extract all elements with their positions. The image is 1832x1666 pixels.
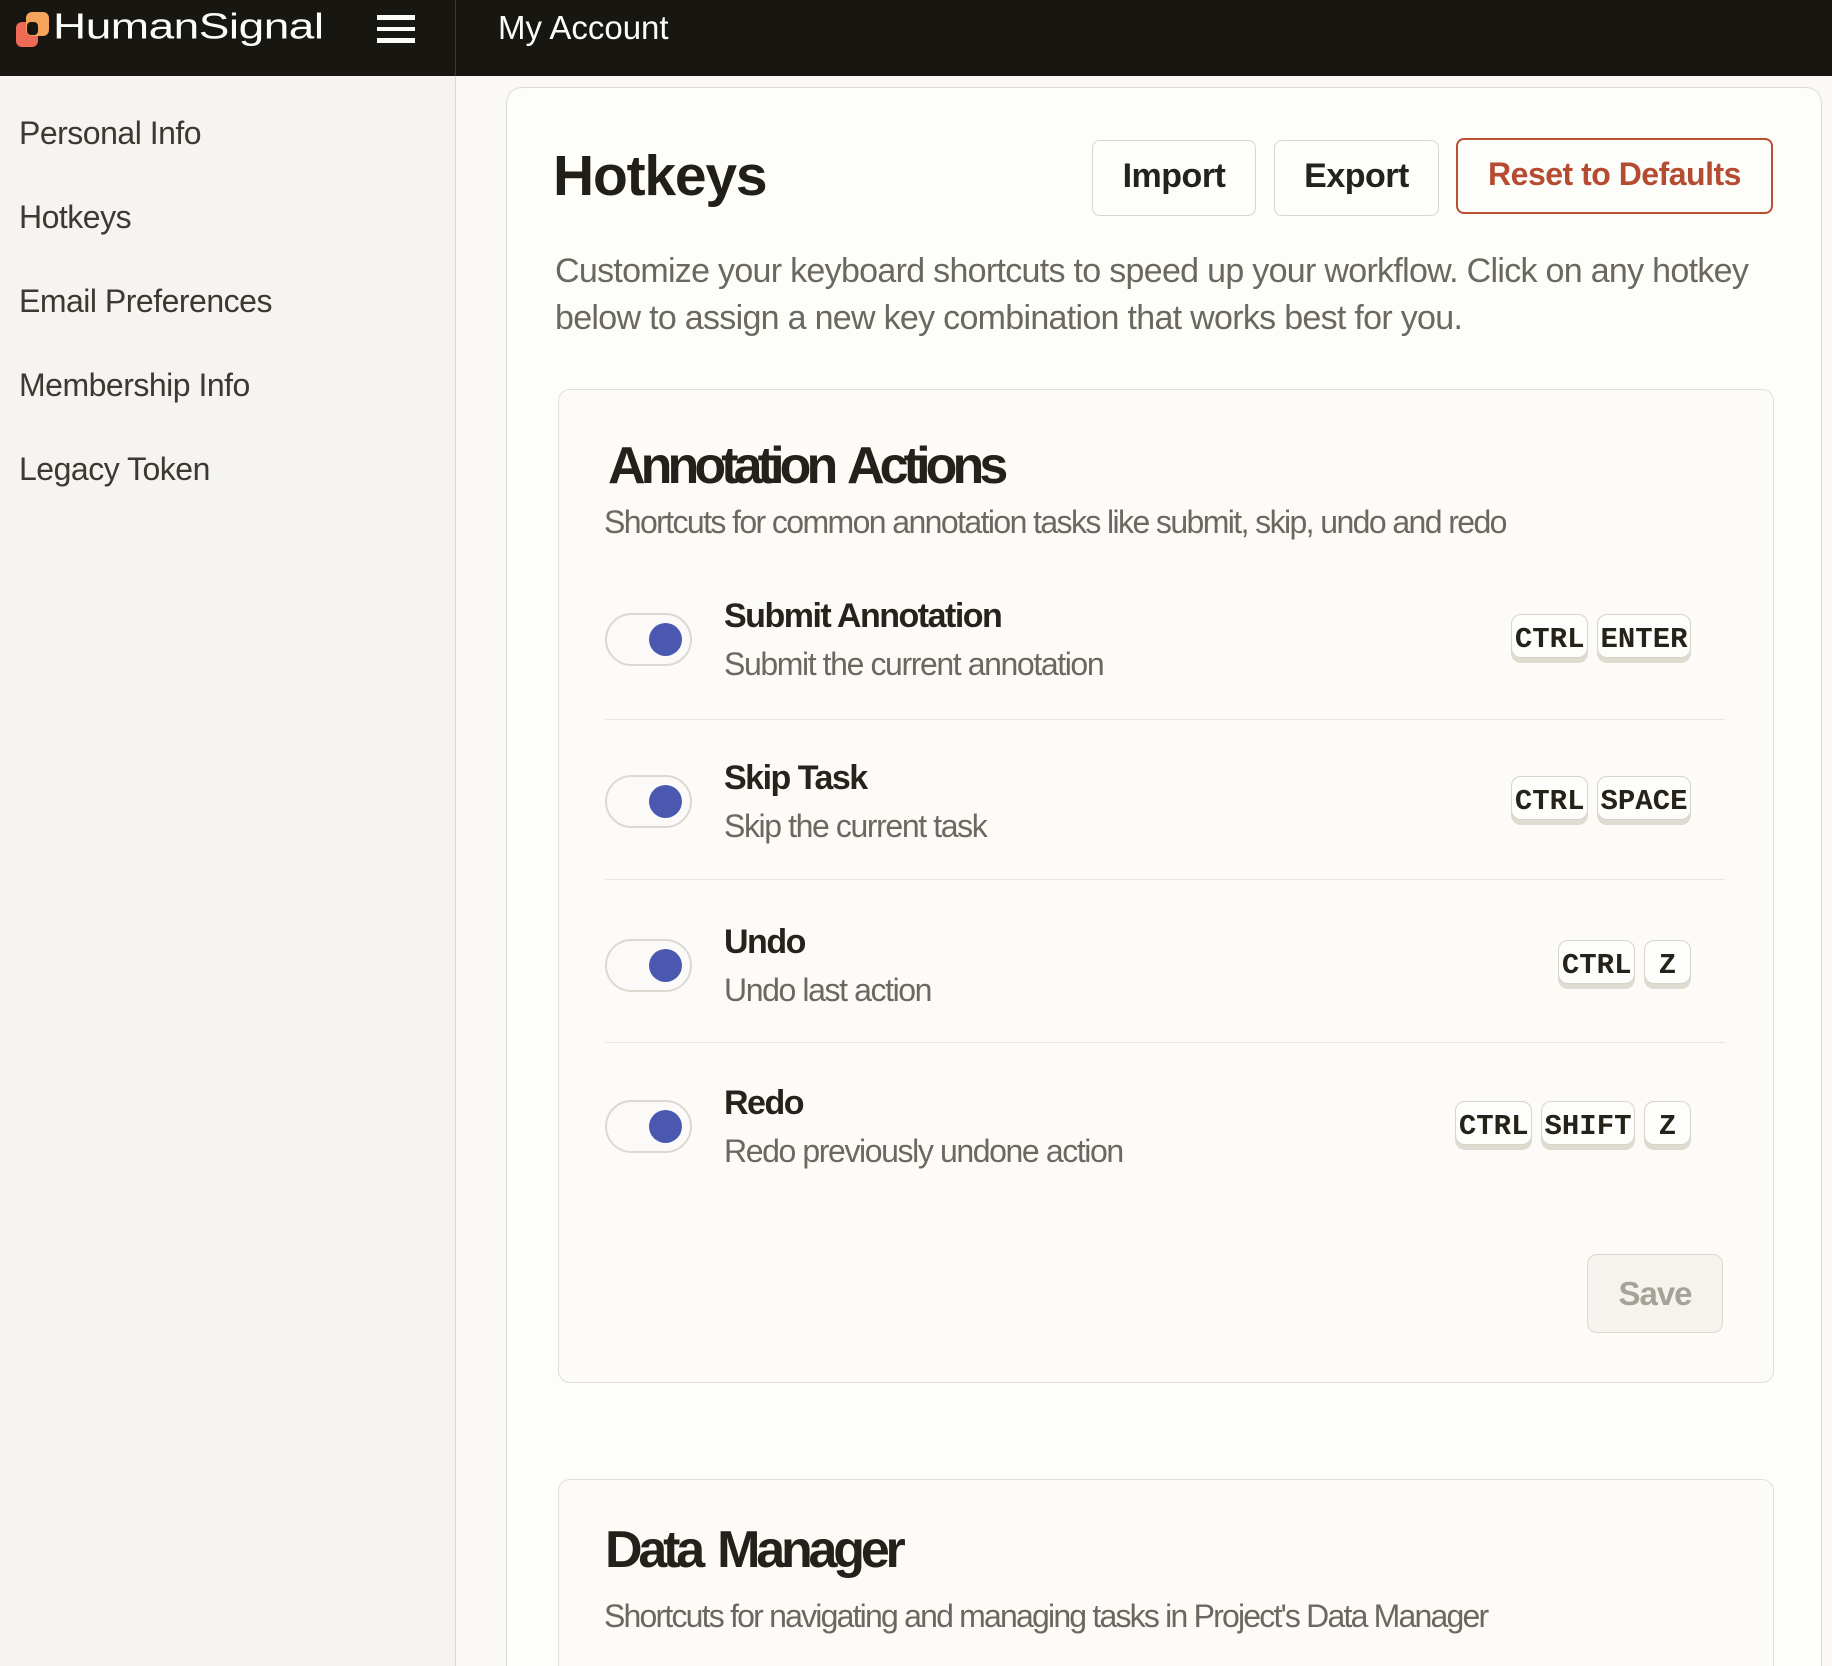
svg-text:HumanSignal: HumanSignal (53, 5, 324, 46)
